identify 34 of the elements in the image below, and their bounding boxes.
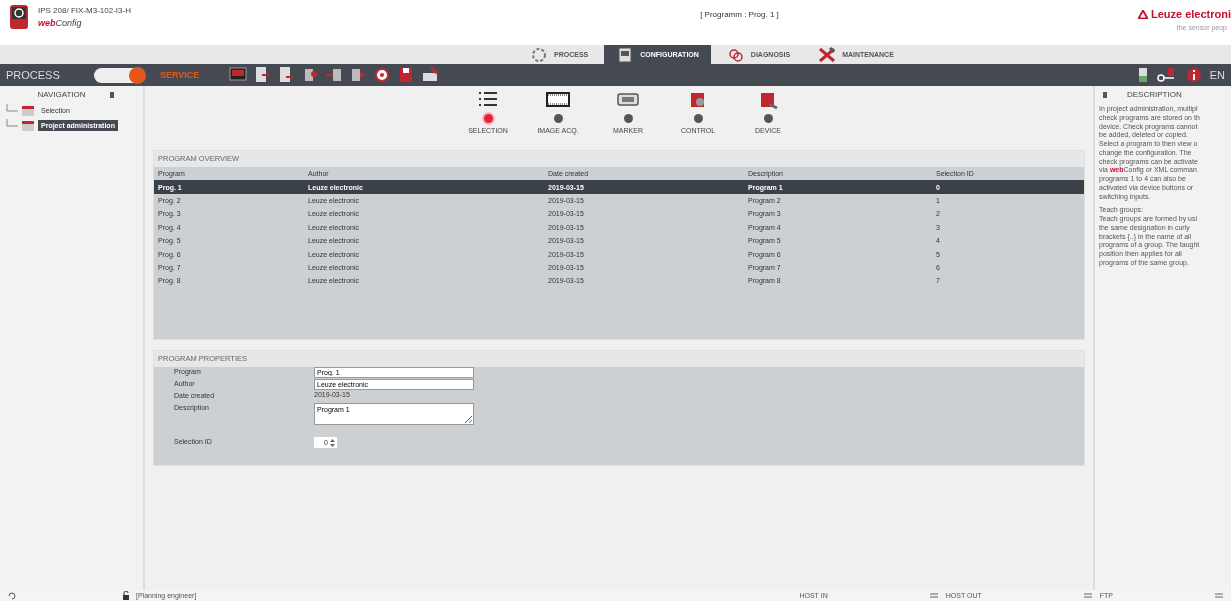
mode-switch[interactable] — [94, 67, 144, 83]
document-icon — [616, 45, 635, 64]
info-icon[interactable] — [1185, 67, 1202, 83]
battery-icon[interactable] — [1137, 67, 1148, 83]
collapse-icon[interactable] — [1103, 91, 1107, 98]
program-title: [ Programm : Prog. 1 ] — [700, 10, 779, 19]
description-title: DESCRIPTION — [1127, 90, 1182, 99]
tools-icon — [818, 45, 837, 64]
collapse-icon[interactable] — [109, 91, 114, 98]
document-arrow-icon[interactable] — [277, 66, 296, 84]
step-dot[interactable] — [623, 114, 633, 123]
step-dot[interactable] — [763, 114, 773, 123]
monitor-icon[interactable] — [229, 66, 248, 84]
refresh-icon[interactable] — [8, 591, 16, 600]
page-icon — [21, 104, 35, 117]
gear-icon — [530, 45, 548, 64]
triangle-logo-icon — [1137, 9, 1148, 19]
step-dot[interactable] — [553, 114, 563, 123]
brand-name: Leuze electroni — [1150, 8, 1231, 20]
padlock-icon — [122, 591, 130, 600]
page-icon — [21, 119, 35, 132]
camera-icon — [8, 2, 30, 32]
up-down-arrows-icon[interactable] — [329, 437, 336, 448]
device-name: IPS 208/ FIX-M3-102-I3-H — [38, 6, 131, 15]
step-dot[interactable] — [693, 114, 703, 123]
language-button[interactable]: EN — [1209, 69, 1225, 81]
step-dot[interactable] — [483, 114, 493, 123]
film-icon — [546, 90, 570, 110]
device-arrow-icon[interactable] — [325, 66, 344, 84]
app-name: webConfig — [38, 18, 83, 28]
process-mode-label: PROCESS — [6, 69, 61, 81]
navigation-title: NAVIGATION — [37, 90, 86, 99]
document-arrow-icon[interactable] — [253, 66, 272, 84]
service-mode-label: SERVICE — [160, 70, 200, 80]
